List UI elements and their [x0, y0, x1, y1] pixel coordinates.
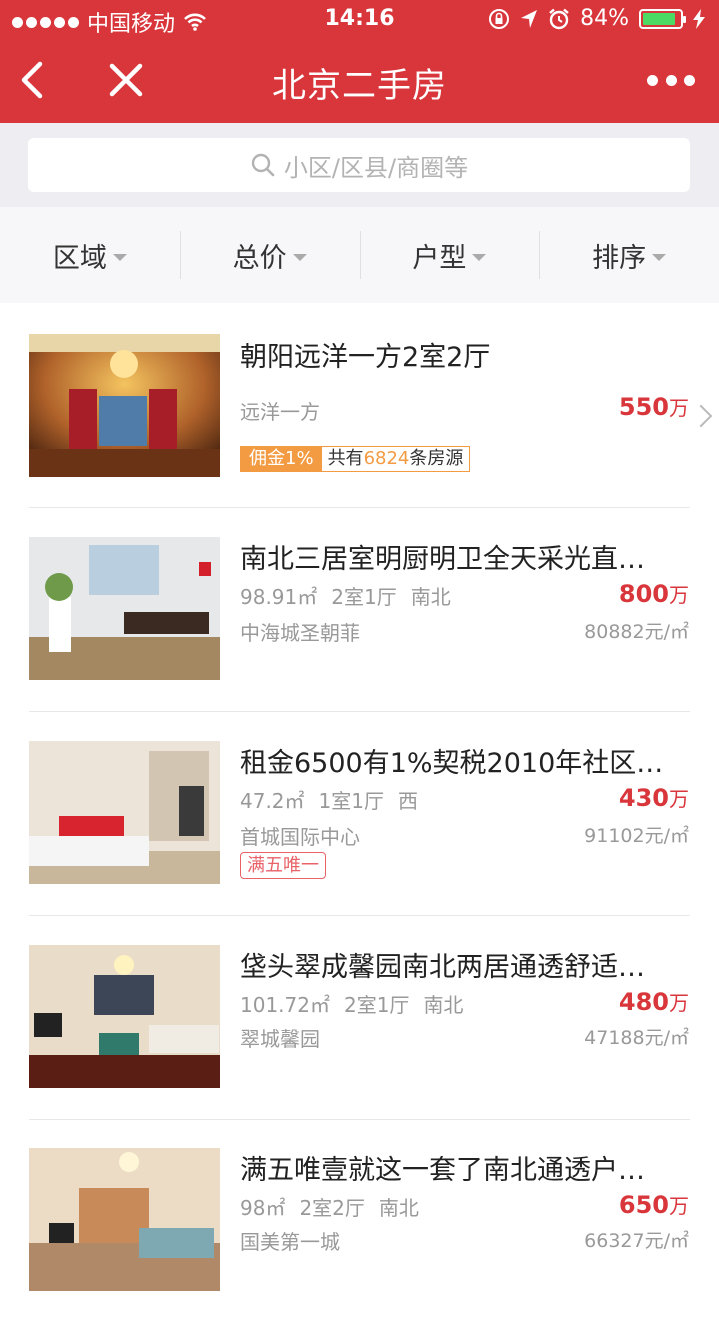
listing-title: 南北三居室明厨明卫全天采光直…: [240, 544, 645, 575]
listing-photo: [29, 334, 220, 477]
filter-region[interactable]: 区域: [0, 207, 180, 303]
listing-title: 租金6500有1%契税2010年社区…: [240, 748, 664, 779]
search-placeholder: 小区/区县/商圈等: [283, 153, 469, 182]
search-area: 小区/区县/商圈等: [0, 123, 719, 207]
caret-down-icon: [292, 253, 307, 261]
filter-sort[interactable]: 排序: [539, 207, 719, 303]
listing-photo: [29, 945, 220, 1088]
total-price: 430万: [618, 784, 689, 812]
area: 98.91㎡: [240, 585, 318, 609]
more-options-icon[interactable]: [647, 66, 695, 94]
page-title: 北京二手房: [272, 66, 447, 106]
listing-title: 垡头翠成馨园南北两居通透舒适…: [240, 952, 645, 983]
area: 98㎡: [240, 1196, 286, 1220]
top-bar: 中国移动 14:16 84% 北京二手房: [0, 0, 719, 123]
search-input[interactable]: 小区/区县/商圈等: [28, 138, 690, 192]
filter-label: 户型: [412, 242, 467, 274]
listing-title: 朝阳远洋一方2室2厅: [240, 342, 491, 373]
battery-icon: [639, 8, 686, 29]
battery-percent: 84%: [580, 6, 629, 31]
alarm-icon: [549, 8, 569, 29]
room-layout: 2室1厅: [331, 585, 397, 609]
total-price: 550万: [618, 393, 689, 421]
total-price: 800万: [618, 580, 689, 608]
area: 101.72㎡: [240, 993, 330, 1017]
caret-down-icon: [112, 253, 127, 261]
status-bar: 中国移动 14:16 84%: [0, 0, 719, 40]
orientation: 南北: [378, 1196, 419, 1220]
area: 47.2㎡: [240, 789, 305, 813]
room-layout: 2室1厅: [343, 993, 410, 1017]
listing-photo: [29, 1148, 220, 1291]
listing-item[interactable]: 租金6500有1%契税2010年社区… 47.2㎡ 1室1厅西 首城国际中心 43…: [0, 711, 719, 916]
listing-meta: 101.72㎡ 2室1厅 南北: [240, 989, 477, 1018]
filter-layout[interactable]: 户型: [359, 207, 540, 303]
total-price: 650万: [618, 1191, 689, 1219]
location-icon: [521, 9, 538, 28]
community-name: 国美第一城: [240, 1230, 340, 1254]
listing-item[interactable]: 南北三居室明厨明卫全天采光直… 98.91㎡ 2室1厅 南北 中海城圣朝菲 800万…: [0, 507, 719, 712]
filter-total-price[interactable]: 总价: [179, 207, 360, 303]
unit-price: 66327元/㎡: [584, 1230, 689, 1252]
community-name: 首城国际中心: [240, 825, 360, 849]
status-badge: 满五唯一: [240, 852, 326, 879]
caret-down-icon: [472, 253, 487, 261]
sources-count-label: 共有6824条房源: [321, 447, 470, 471]
listing-meta: 47.2㎡ 1室1厅西: [240, 785, 432, 814]
navigation-bar: 北京二手房: [0, 40, 719, 123]
community-name: 翠城馨园: [240, 1027, 320, 1051]
filter-label: 排序: [592, 242, 647, 274]
commission-badge: 佣金1% 共有6824条房源: [240, 446, 471, 472]
filter-label: 总价: [232, 242, 287, 274]
listing-title: 满五唯壹就这一套了南北通透户…: [240, 1155, 645, 1186]
charging-icon: [693, 8, 705, 29]
orientation: 南北: [423, 993, 464, 1017]
listing-meta: 98㎡ 2室2厅 南北: [240, 1192, 433, 1221]
community-name: 中海城圣朝菲: [240, 621, 360, 645]
filter-label: 区域: [52, 242, 107, 274]
listing-meta: 98.91㎡ 2室1厅 南北: [240, 581, 465, 610]
total-price: 480万: [618, 988, 689, 1016]
filter-bar: 区域 总价 户型 排序: [0, 207, 719, 303]
listing-photo: [29, 537, 220, 680]
search-icon: [251, 153, 275, 177]
listing-item[interactable]: 垡头翠成馨园南北两居通透舒适… 101.72㎡ 2室1厅 南北 翠城馨园 480万 …: [0, 915, 719, 1120]
orientation-lock-icon: [489, 8, 510, 29]
unit-price: 47188元/㎡: [584, 1027, 689, 1049]
commission-label: 佣金1%: [241, 447, 322, 471]
chevron-right-icon[interactable]: [689, 404, 713, 428]
listing-item[interactable]: 朝阳远洋一方2室2厅 远洋一方 550万 佣金1% 共有6824条房源: [0, 303, 719, 508]
orientation: 西: [397, 789, 418, 813]
caret-down-icon: [652, 253, 667, 261]
orientation: 南北: [410, 585, 451, 609]
listing-photo: [29, 741, 220, 884]
unit-price: 91102元/㎡: [584, 825, 689, 847]
listing-item[interactable]: 满五唯壹就这一套了南北通透户… 98㎡ 2室2厅 南北 国美第一城 650万 663…: [0, 1119, 719, 1323]
unit-price: 80882元/㎡: [584, 621, 689, 643]
room-layout: 1室1厅: [318, 789, 384, 813]
room-layout: 2室2厅: [299, 1196, 365, 1220]
community-name: 远洋一方: [240, 400, 320, 424]
